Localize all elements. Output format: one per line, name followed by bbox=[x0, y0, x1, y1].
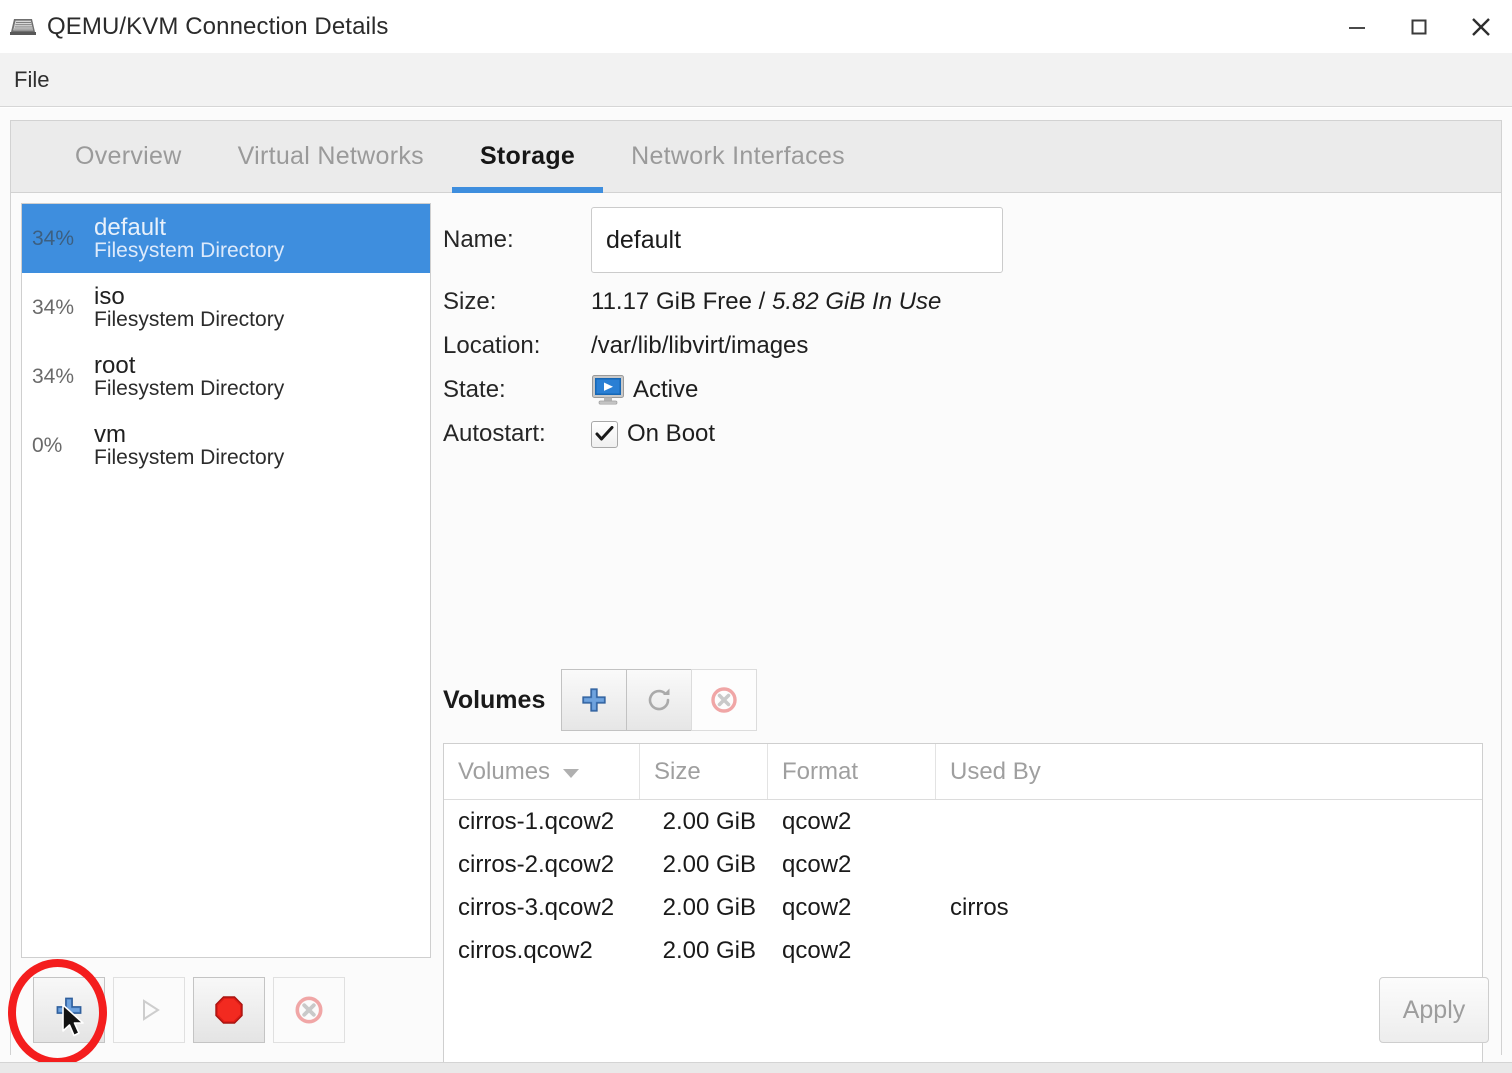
apply-button[interactable]: Apply bbox=[1379, 977, 1489, 1043]
pool-name-input[interactable] bbox=[591, 207, 1003, 273]
pool-name: iso bbox=[94, 284, 284, 309]
window-controls bbox=[1326, 0, 1512, 53]
column-header-volumes-label: Volumes bbox=[458, 758, 550, 786]
window-title: QEMU/KVM Connection Details bbox=[47, 13, 389, 41]
volume-name: cirros-2.qcow2 bbox=[444, 851, 640, 879]
tab-overview[interactable]: Overview bbox=[47, 121, 210, 192]
storage-pool-list[interactable]: 34% default Filesystem Directory 34% iso… bbox=[21, 203, 431, 958]
table-row[interactable]: cirros-3.qcow2 2.00 GiB qcow2 cirros bbox=[444, 886, 1482, 929]
volumes-title: Volumes bbox=[443, 686, 545, 715]
notebook: Overview Virtual Networks Storage Networ… bbox=[10, 120, 1502, 1055]
pool-type: Filesystem Directory bbox=[94, 309, 284, 331]
volume-format: qcow2 bbox=[768, 851, 936, 879]
volume-size: 2.00 GiB bbox=[640, 937, 768, 965]
pool-usage-percent: 34% bbox=[32, 227, 94, 251]
pool-toolbar bbox=[33, 977, 353, 1043]
size-value: 11.17 GiB Free / 5.82 GiB In Use bbox=[591, 288, 941, 316]
stop-pool-button[interactable] bbox=[193, 977, 265, 1043]
menu-file[interactable]: File bbox=[0, 53, 63, 107]
volume-format: qcow2 bbox=[768, 937, 936, 965]
pool-list-item-iso[interactable]: 34% iso Filesystem Directory bbox=[22, 273, 430, 342]
volume-size: 2.00 GiB bbox=[640, 808, 768, 836]
table-row[interactable]: cirros-1.qcow2 2.00 GiB qcow2 bbox=[444, 800, 1482, 843]
column-header-format[interactable]: Format bbox=[768, 744, 936, 799]
storage-tab-page: 34% default Filesystem Directory 34% iso… bbox=[11, 193, 1501, 1055]
table-row[interactable]: cirros-2.qcow2 2.00 GiB qcow2 bbox=[444, 843, 1482, 886]
tabstrip: Overview Virtual Networks Storage Networ… bbox=[11, 121, 1501, 193]
location-label: Location: bbox=[443, 332, 591, 360]
menubar: File bbox=[0, 53, 1512, 107]
pool-type: Filesystem Directory bbox=[94, 378, 284, 400]
volume-format: qcow2 bbox=[768, 808, 936, 836]
pool-usage-percent: 34% bbox=[32, 296, 94, 320]
pool-usage-percent: 34% bbox=[32, 365, 94, 389]
tab-network-interfaces[interactable]: Network Interfaces bbox=[603, 121, 873, 192]
volume-used-by: cirros bbox=[936, 894, 1482, 922]
volume-name: cirros.qcow2 bbox=[444, 937, 640, 965]
delete-pool-button[interactable] bbox=[273, 977, 345, 1043]
pool-list-item-vm[interactable]: 0% vm Filesystem Directory bbox=[22, 411, 430, 480]
column-header-size[interactable]: Size bbox=[640, 744, 768, 799]
volume-format: qcow2 bbox=[768, 894, 936, 922]
delete-volume-button[interactable] bbox=[691, 669, 757, 731]
size-free-value: 11.17 GiB Free bbox=[591, 288, 752, 315]
volumes-header: Volumes bbox=[443, 669, 756, 731]
pool-type: Filesystem Directory bbox=[94, 447, 284, 469]
pool-list-item-root[interactable]: 34% root Filesystem Directory bbox=[22, 342, 430, 411]
tab-virtual-networks[interactable]: Virtual Networks bbox=[210, 121, 452, 192]
pool-action-bar: Apply bbox=[11, 965, 1503, 1055]
pool-name: root bbox=[94, 353, 284, 378]
computer-icon bbox=[8, 16, 38, 38]
volume-size: 2.00 GiB bbox=[640, 851, 768, 879]
window-titlebar: QEMU/KVM Connection Details bbox=[0, 0, 1512, 53]
qemu-connection-details-window: QEMU/KVM Connection Details File Overvie… bbox=[0, 0, 1512, 1073]
size-field-row: Size: 11.17 GiB Free / 5.82 GiB In Use bbox=[443, 281, 1483, 323]
pool-name: vm bbox=[94, 422, 284, 447]
close-button[interactable] bbox=[1450, 0, 1512, 53]
active-monitor-icon bbox=[591, 374, 625, 406]
volume-name: cirros-3.qcow2 bbox=[444, 894, 640, 922]
tab-storage[interactable]: Storage bbox=[452, 121, 603, 192]
pool-type: Filesystem Directory bbox=[94, 240, 284, 262]
size-label: Size: bbox=[443, 288, 591, 316]
pool-usage-percent: 0% bbox=[32, 434, 94, 458]
volume-size: 2.00 GiB bbox=[640, 894, 768, 922]
autostart-field-row: Autostart: On Boot bbox=[443, 413, 1483, 455]
minimize-button[interactable] bbox=[1326, 0, 1388, 53]
add-pool-button[interactable] bbox=[33, 977, 105, 1043]
size-separator: / bbox=[752, 288, 772, 315]
volumes-table-header: Volumes Size Format Used By bbox=[444, 744, 1482, 800]
autostart-checkbox[interactable] bbox=[591, 421, 618, 448]
sort-descending-icon bbox=[562, 758, 580, 786]
start-pool-button[interactable] bbox=[113, 977, 185, 1043]
name-label: Name: bbox=[443, 226, 591, 254]
state-value: Active bbox=[633, 376, 698, 404]
location-value: /var/lib/libvirt/images bbox=[591, 332, 808, 360]
autostart-label: Autostart: bbox=[443, 420, 591, 448]
state-label: State: bbox=[443, 376, 591, 404]
size-inuse-value: 5.82 GiB In Use bbox=[772, 288, 941, 315]
desktop-strip bbox=[0, 1062, 1512, 1073]
column-header-volumes[interactable]: Volumes bbox=[444, 744, 640, 799]
add-volume-button[interactable] bbox=[561, 669, 627, 731]
autostart-value: On Boot bbox=[627, 420, 715, 448]
refresh-volumes-button[interactable] bbox=[626, 669, 692, 731]
name-field-row: Name: bbox=[443, 201, 1483, 279]
pool-list-item-default[interactable]: 34% default Filesystem Directory bbox=[22, 204, 430, 273]
volume-name: cirros-1.qcow2 bbox=[444, 808, 640, 836]
column-header-used-by[interactable]: Used By bbox=[936, 744, 1482, 799]
state-field-row: State: Active bbox=[443, 369, 1483, 411]
pool-name: default bbox=[94, 215, 284, 240]
location-field-row: Location: /var/lib/libvirt/images bbox=[443, 325, 1483, 367]
window-content: Overview Virtual Networks Storage Networ… bbox=[0, 108, 1512, 1073]
maximize-button[interactable] bbox=[1388, 0, 1450, 53]
